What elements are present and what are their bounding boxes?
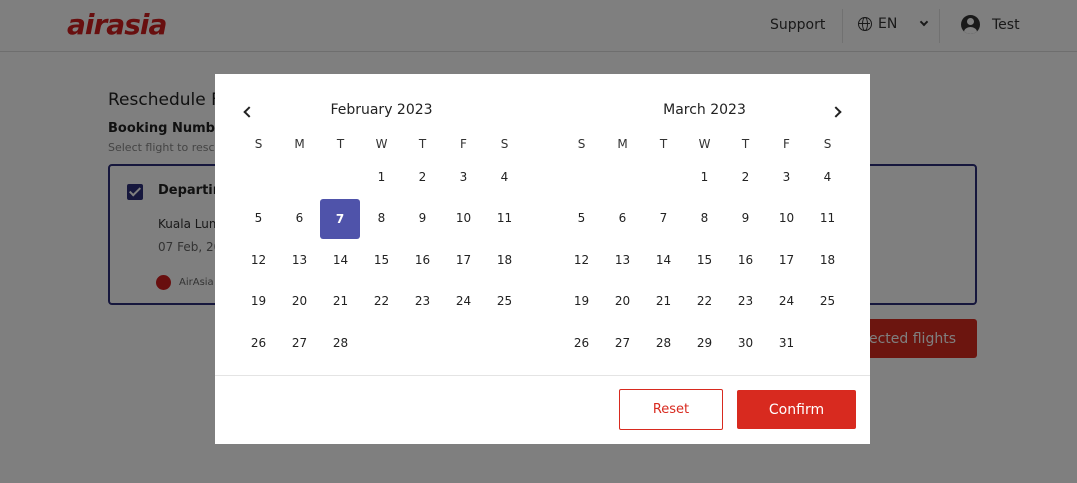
- calendar-day-selected[interactable]: 7: [320, 198, 360, 239]
- weekday-header: S: [254, 137, 263, 151]
- weekday-header: F: [783, 137, 790, 151]
- calendar-day[interactable]: 23: [725, 281, 766, 323]
- calendar-day[interactable]: 20: [279, 281, 320, 323]
- calendar-day[interactable]: 2: [402, 156, 443, 198]
- calendar-day[interactable]: 8: [361, 198, 402, 240]
- weekday-header: F: [460, 137, 467, 151]
- calendar-day[interactable]: 19: [238, 281, 279, 323]
- calendar-day[interactable]: 21: [643, 281, 684, 323]
- calendar-day[interactable]: 15: [684, 239, 725, 281]
- weekday-header: S: [500, 137, 509, 151]
- calendar-day[interactable]: 1: [361, 156, 402, 198]
- weekday-header: T: [659, 137, 668, 151]
- calendar-month-title: February 2023: [330, 102, 433, 118]
- weekday-header: W: [375, 137, 388, 151]
- calendar-day[interactable]: 12: [561, 239, 602, 281]
- calendar-day[interactable]: 10: [766, 198, 807, 240]
- calendar-day[interactable]: 25: [807, 281, 848, 323]
- calendar-day[interactable]: 28: [643, 322, 684, 364]
- calendar-day[interactable]: 27: [602, 322, 643, 364]
- reset-button[interactable]: Reset: [619, 389, 723, 430]
- calendar-day[interactable]: 15: [361, 239, 402, 281]
- calendar-day[interactable]: 9: [725, 198, 766, 240]
- confirm-button[interactable]: Confirm: [737, 390, 856, 429]
- calendar-grid: S M T W T F S 1 2 3 4 5 6 7 8 9 10 11 12 13 14 15 16 17 18 19 20 21…: [238, 132, 525, 364]
- calendar-day[interactable]: 25: [484, 281, 525, 323]
- weekday-header: T: [336, 137, 345, 151]
- calendar-day[interactable]: 12: [238, 239, 279, 281]
- calendar-day[interactable]: 4: [807, 156, 848, 198]
- calendar-day[interactable]: 5: [238, 198, 279, 240]
- calendar-day[interactable]: 13: [602, 239, 643, 281]
- modal-footer-divider: [215, 375, 870, 376]
- calendar-day[interactable]: 11: [484, 198, 525, 240]
- calendar-day[interactable]: 5: [561, 198, 602, 240]
- weekday-header: S: [823, 137, 832, 151]
- calendar-day[interactable]: 27: [279, 322, 320, 364]
- calendar-day[interactable]: 11: [807, 198, 848, 240]
- calendar-day[interactable]: 10: [443, 198, 484, 240]
- calendar-day[interactable]: 18: [807, 239, 848, 281]
- calendar-day[interactable]: 3: [443, 156, 484, 198]
- calendar-day[interactable]: 17: [766, 239, 807, 281]
- weekday-header: M: [294, 137, 305, 151]
- calendar-grid: S M T W T F S 1 2 3 4 5 6 7 8 9 10 11 12 13 14 15 16 17 18 19 20 21…: [561, 132, 848, 364]
- calendar-day[interactable]: 29: [684, 322, 725, 364]
- calendar-day[interactable]: 3: [766, 156, 807, 198]
- calendar-day[interactable]: 1: [684, 156, 725, 198]
- calendar-day[interactable]: 17: [443, 239, 484, 281]
- calendar-day[interactable]: 14: [320, 239, 361, 281]
- calendar-day[interactable]: 16: [402, 239, 443, 281]
- calendar-day[interactable]: 16: [725, 239, 766, 281]
- calendar-day[interactable]: 14: [643, 239, 684, 281]
- calendar-day[interactable]: 31: [766, 322, 807, 364]
- calendar-day[interactable]: 21: [320, 281, 361, 323]
- calendar-day[interactable]: 20: [602, 281, 643, 323]
- calendar-day[interactable]: 4: [484, 156, 525, 198]
- calendar-day[interactable]: 19: [561, 281, 602, 323]
- calendar-day[interactable]: 28: [320, 322, 361, 364]
- calendar-day[interactable]: 22: [361, 281, 402, 323]
- date-picker-modal: February 2023 S M T W T F S 1 2 3 4 5 6 7 8 9 10 11 12 13 14…: [215, 74, 870, 444]
- calendar-day[interactable]: 13: [279, 239, 320, 281]
- calendar-day[interactable]: 24: [766, 281, 807, 323]
- calendar-day[interactable]: 26: [561, 322, 602, 364]
- calendar-day[interactable]: 30: [725, 322, 766, 364]
- calendar-day[interactable]: 2: [725, 156, 766, 198]
- weekday-header: T: [741, 137, 750, 151]
- calendar-month-title: March 2023: [663, 102, 746, 118]
- calendar-day[interactable]: 7: [643, 198, 684, 240]
- weekday-header: M: [617, 137, 628, 151]
- weekday-header: W: [698, 137, 711, 151]
- calendar-day[interactable]: 9: [402, 198, 443, 240]
- calendar-day[interactable]: 26: [238, 322, 279, 364]
- calendar-day[interactable]: 23: [402, 281, 443, 323]
- calendar-day[interactable]: 8: [684, 198, 725, 240]
- calendar-day[interactable]: 22: [684, 281, 725, 323]
- calendar-day[interactable]: 24: [443, 281, 484, 323]
- calendar-day[interactable]: 6: [602, 198, 643, 240]
- calendar-day[interactable]: 18: [484, 239, 525, 281]
- calendar-day[interactable]: 6: [279, 198, 320, 240]
- weekday-header: S: [577, 137, 586, 151]
- weekday-header: T: [418, 137, 427, 151]
